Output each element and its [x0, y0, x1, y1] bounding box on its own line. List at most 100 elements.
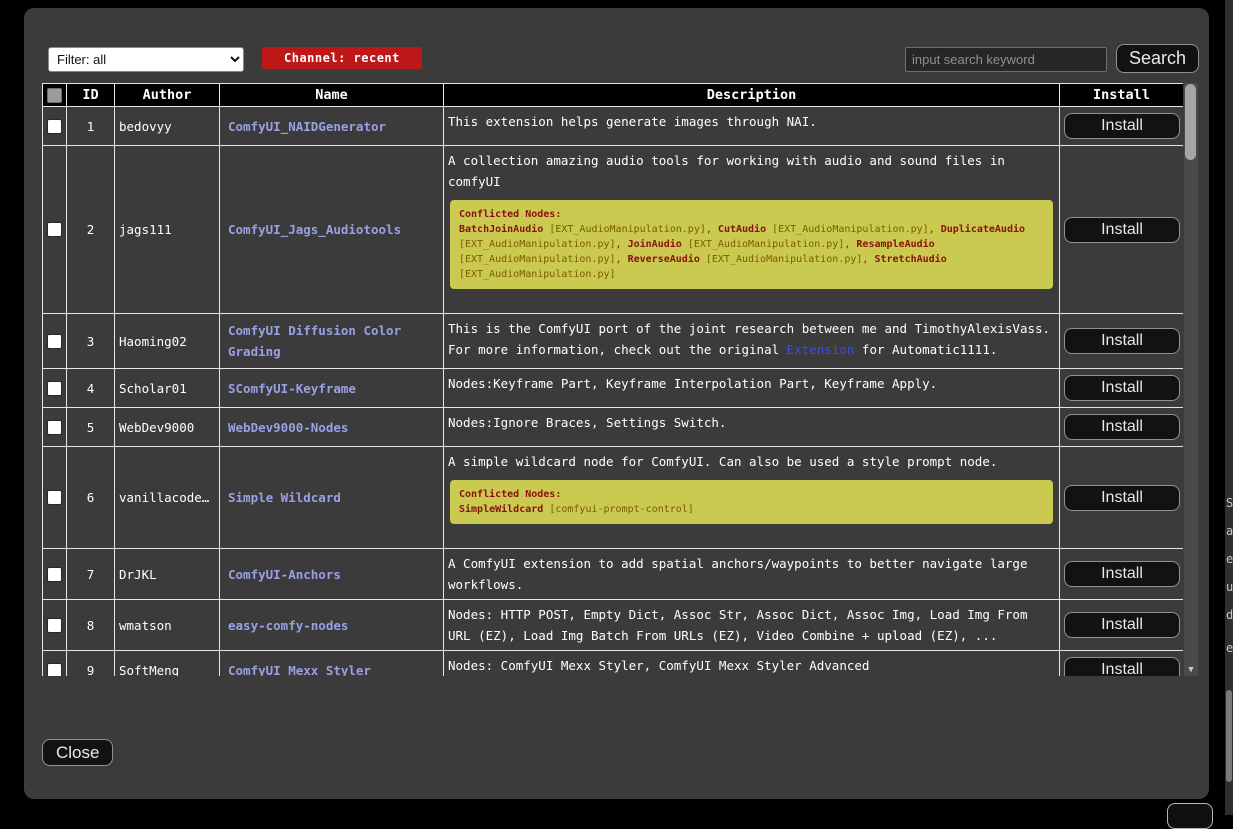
install-button[interactable]: Install — [1064, 375, 1180, 401]
conflicted-node-extension: [EXT_AudioManipulation.py] — [772, 224, 929, 235]
row-author: jags111 — [115, 146, 220, 314]
node-name-link[interactable]: ComfyUI_Jags_Audiotools — [228, 222, 401, 237]
row-install-cell: Install — [1060, 146, 1184, 314]
table-scrollbar[interactable]: ▼ — [1184, 83, 1198, 676]
row-id: 6 — [67, 447, 115, 549]
row-install-cell: Install — [1060, 369, 1184, 408]
row-select-cell — [43, 447, 67, 549]
row-name-cell: ComfyUI Diffusion Color Grading — [220, 314, 444, 369]
description-text: A simple wildcard node for ComfyUI. Can … — [448, 451, 1055, 472]
row-description-cell: A collection amazing audio tools for wor… — [444, 146, 1060, 314]
node-name-link[interactable]: Simple Wildcard — [228, 490, 341, 505]
filter-select[interactable]: Filter: all — [48, 47, 244, 72]
channel-badge: Channel: recent — [262, 47, 422, 69]
node-name-link[interactable]: ComfyUI-Anchors — [228, 567, 341, 582]
custom-nodes-dialog: Filter: all Channel: recent Search ID Au… — [24, 8, 1209, 799]
row-checkbox[interactable] — [47, 381, 62, 396]
conflicted-node-extension: [EXT_AudioManipulation.py] — [459, 254, 616, 265]
conflicted-nodes-list: BatchJoinAudio [EXT_AudioManipulation.py… — [459, 222, 1044, 282]
node-name-link[interactable]: SComfyUI-Keyframe — [228, 381, 356, 396]
row-description-cell: Nodes:Keyframe Part, Keyframe Interpolat… — [444, 369, 1060, 408]
row-id: 9 — [67, 651, 115, 677]
row-checkbox[interactable] — [47, 618, 62, 633]
row-author: bedovyy — [115, 107, 220, 146]
install-button[interactable]: Install — [1064, 328, 1180, 354]
description-text: Nodes:Ignore Braces, Settings Switch. — [448, 412, 1055, 433]
search-input[interactable] — [905, 47, 1107, 72]
description-text: Nodes: ComfyUI Mexx Styler, ComfyUI Mexx… — [448, 655, 1055, 676]
conflicted-node-extension: [EXT_AudioManipulation.py] — [706, 254, 863, 265]
page-scrollbar-thumb[interactable] — [1226, 690, 1232, 782]
row-checkbox[interactable] — [47, 420, 62, 435]
description-text: This extension helps generate images thr… — [448, 111, 1055, 132]
row-install-cell: Install — [1060, 651, 1184, 677]
conflicted-node-name: JoinAudio — [628, 239, 682, 250]
row-checkbox[interactable] — [47, 119, 62, 134]
install-button[interactable]: Install — [1064, 414, 1180, 440]
scrollbar-down-arrow-icon[interactable]: ▼ — [1184, 665, 1198, 675]
row-name-cell: easy-comfy-nodes — [220, 600, 444, 651]
table-row: 8wmatsoneasy-comfy-nodesNodes: HTTP POST… — [43, 600, 1184, 651]
description-text: This is the ComfyUI port of the joint re… — [448, 318, 1055, 360]
description-text: Nodes: HTTP POST, Empty Dict, Assoc Str,… — [448, 604, 1055, 646]
install-button[interactable]: Install — [1064, 561, 1180, 587]
row-select-cell — [43, 600, 67, 651]
row-install-cell: Install — [1060, 447, 1184, 549]
row-description-cell: Nodes:Ignore Braces, Settings Switch. — [444, 408, 1060, 447]
search-button[interactable]: Search — [1116, 44, 1199, 73]
node-name-link[interactable]: ComfyUI Diffusion Color Grading — [228, 323, 401, 359]
select-all-checkbox[interactable] — [47, 88, 62, 103]
row-description-cell: A ComfyUI extension to add spatial ancho… — [444, 549, 1060, 600]
row-install-cell: Install — [1060, 314, 1184, 369]
table-row: 9SoftMengComfyUI_Mexx_StylerNodes: Comfy… — [43, 651, 1184, 677]
conflicted-node-name: SimpleWildcard — [459, 504, 543, 515]
conflicted-node-extension: [comfyui-prompt-control] — [549, 504, 694, 515]
row-select-cell — [43, 549, 67, 600]
row-checkbox[interactable] — [47, 567, 62, 582]
row-author: WebDev9000 — [115, 408, 220, 447]
row-checkbox[interactable] — [47, 334, 62, 349]
install-button[interactable]: Install — [1064, 657, 1180, 676]
row-checkbox[interactable] — [47, 222, 62, 237]
table-row: 7DrJKL ComfyUI-Anchors A ComfyUI extension… — [43, 549, 1184, 600]
install-button[interactable]: Install — [1064, 113, 1180, 139]
node-name-link[interactable]: ComfyUI_Mexx_Styler — [228, 663, 371, 677]
clipped-background-text: d — [1226, 609, 1233, 621]
row-id: 4 — [67, 369, 115, 408]
row-description-cell: This extension helps generate images thr… — [444, 107, 1060, 146]
clipped-background-text: e — [1226, 553, 1233, 565]
install-button[interactable]: Install — [1064, 612, 1180, 638]
row-author: DrJKL — [115, 549, 220, 600]
close-button[interactable]: Close — [42, 739, 113, 766]
row-id: 7 — [67, 549, 115, 600]
row-checkbox[interactable] — [47, 490, 62, 505]
description-text: A ComfyUI extension to add spatial ancho… — [448, 553, 1055, 595]
row-select-cell — [43, 369, 67, 408]
row-install-cell: Install — [1060, 408, 1184, 447]
conflicted-node-name: CutAudio — [718, 224, 766, 235]
table-row: 2jags111 ComfyUI_Jags_Audiotools A collect… — [43, 146, 1184, 314]
row-install-cell: Install — [1060, 600, 1184, 651]
node-name-link[interactable]: easy-comfy-nodes — [228, 618, 348, 633]
row-author: wmatson — [115, 600, 220, 651]
clipped-corner-widget — [1167, 803, 1213, 829]
conflicted-node-extension: [EXT_AudioManipulation.py] — [549, 224, 706, 235]
node-name-link[interactable]: ComfyUI_NAIDGenerator — [228, 119, 386, 134]
row-id: 2 — [67, 146, 115, 314]
conflicted-nodes-list: SimpleWildcard [comfyui-prompt-control] — [459, 502, 1044, 517]
row-select-cell — [43, 146, 67, 314]
conflicted-nodes-title: Conflicted Nodes: — [459, 207, 1044, 222]
description-text: Nodes:Keyframe Part, Keyframe Interpolat… — [448, 373, 1055, 394]
description-link[interactable]: Extension — [787, 342, 855, 357]
install-button[interactable]: Install — [1064, 217, 1180, 243]
row-description-cell: Nodes: HTTP POST, Empty Dict, Assoc Str,… — [444, 600, 1060, 651]
conflicted-node-name: DuplicateAudio — [941, 224, 1025, 235]
node-name-link[interactable]: WebDev9000-Nodes — [228, 420, 348, 435]
row-checkbox[interactable] — [47, 663, 62, 677]
install-button[interactable]: Install — [1064, 485, 1180, 511]
row-install-cell: Install — [1060, 107, 1184, 146]
table-scrollbar-thumb[interactable] — [1185, 84, 1196, 160]
row-install-cell: Install — [1060, 549, 1184, 600]
conflicted-nodes-title: Conflicted Nodes: — [459, 487, 1044, 502]
row-author: vanillacode… — [115, 447, 220, 549]
